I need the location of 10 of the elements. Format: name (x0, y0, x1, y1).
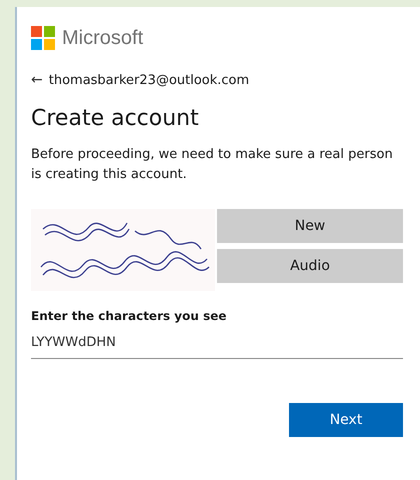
captcha-button[interactable]: Audio (217, 249, 403, 283)
next-button[interactable]: Next (289, 403, 403, 437)
field-label: Enter the characters you see (31, 309, 228, 323)
input-field[interactable]: LYYWWdDHN (31, 329, 403, 359)
intro-text: Before proceeding, we need to make sure a real person is creating this account. (31, 146, 394, 184)
page-heading: Create account (31, 106, 200, 131)
brand-name: Microsoft (62, 26, 144, 50)
back-arrow-icon[interactable]: ← (31, 72, 43, 88)
account-email: thomasbarker23@outlook.com (48, 72, 250, 88)
captcha-button[interactable]: New (217, 209, 403, 243)
